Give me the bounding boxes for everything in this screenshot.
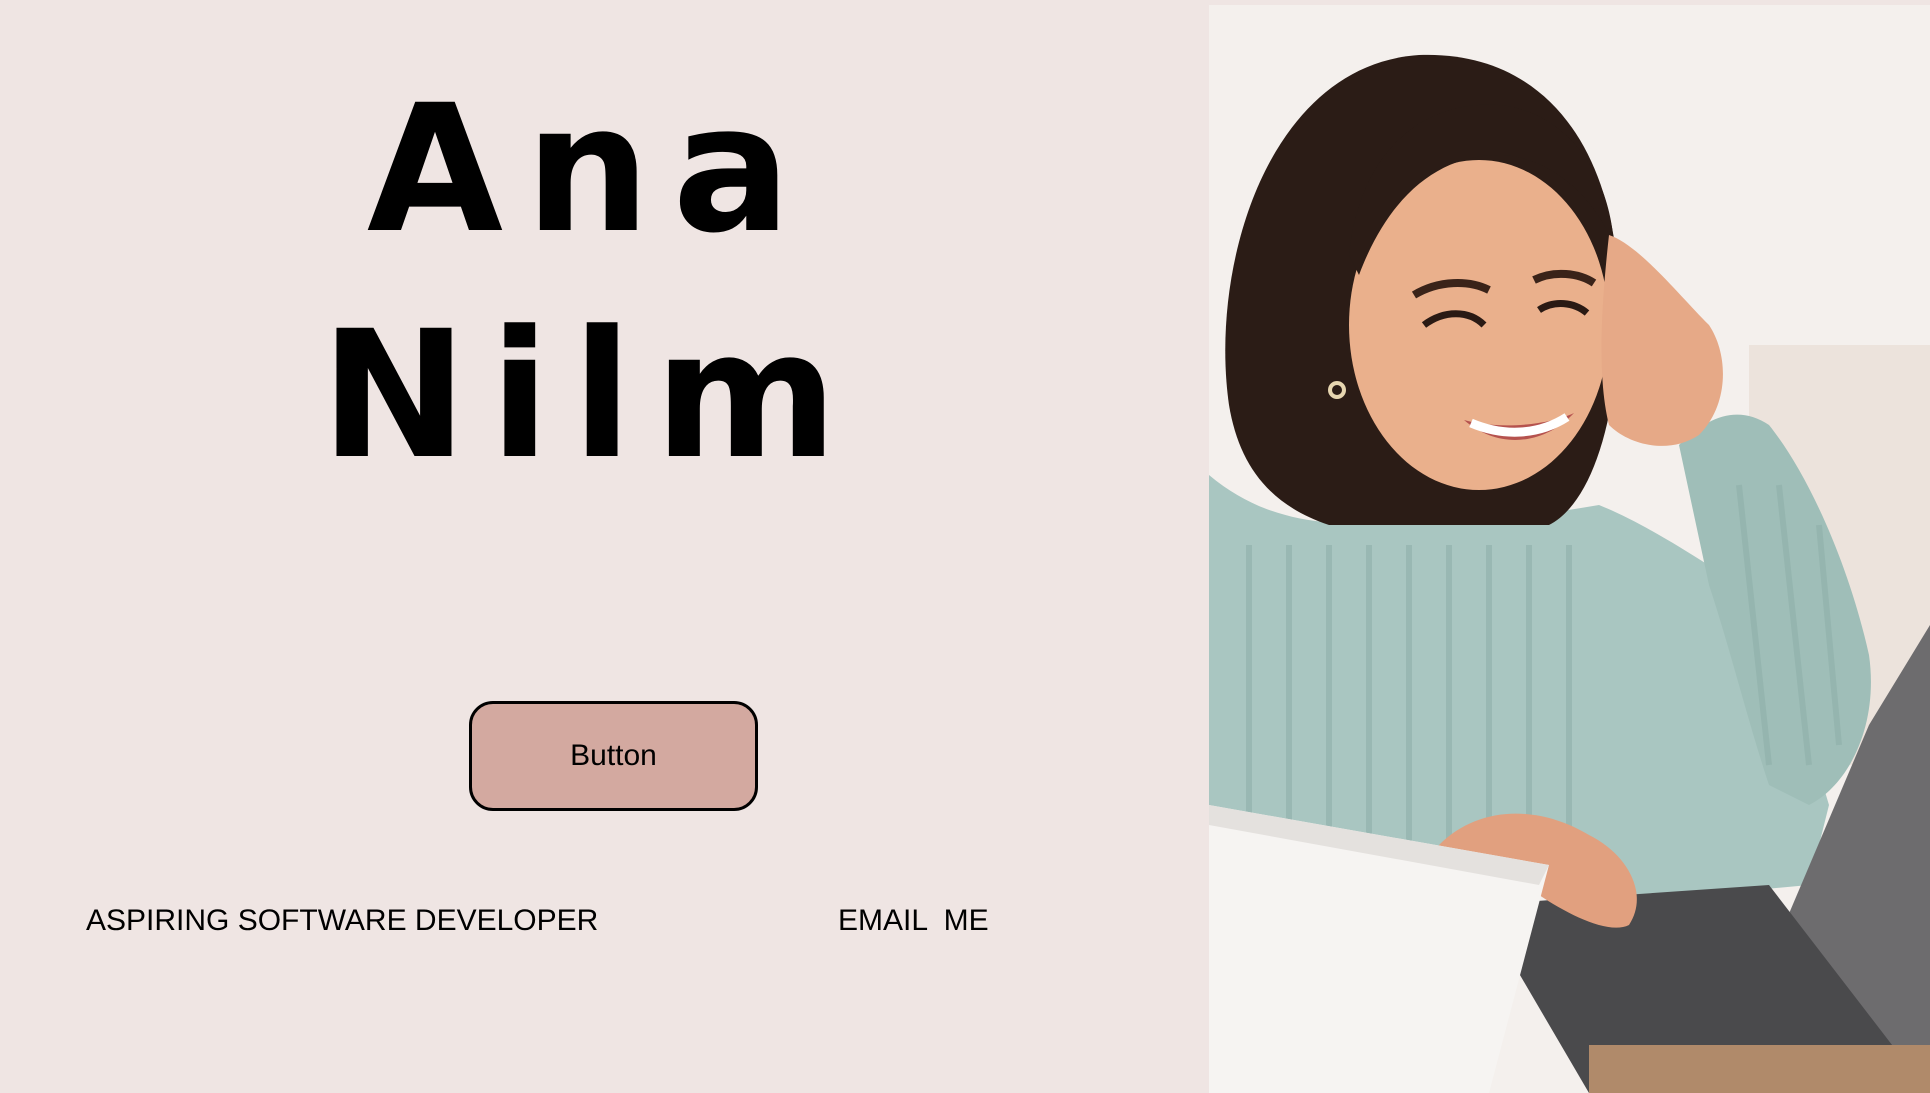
- first-name-heading: Ana: [366, 67, 814, 272]
- tagline-text: ASPIRING SOFTWARE DEVELOPER: [86, 904, 599, 937]
- hero-panel: Ana Nilm Button ASPIRING SOFTWARE DEVELO…: [0, 0, 1209, 1093]
- portrait-illustration: [1209, 5, 1930, 1093]
- portrait-photo: [1209, 5, 1930, 1093]
- email-me-link[interactable]: EMAIL ME: [838, 904, 989, 938]
- page: Ana Nilm Button ASPIRING SOFTWARE DEVELO…: [0, 0, 1930, 1093]
- last-name-heading: Nilm: [320, 293, 860, 498]
- cta-button[interactable]: Button: [469, 701, 758, 811]
